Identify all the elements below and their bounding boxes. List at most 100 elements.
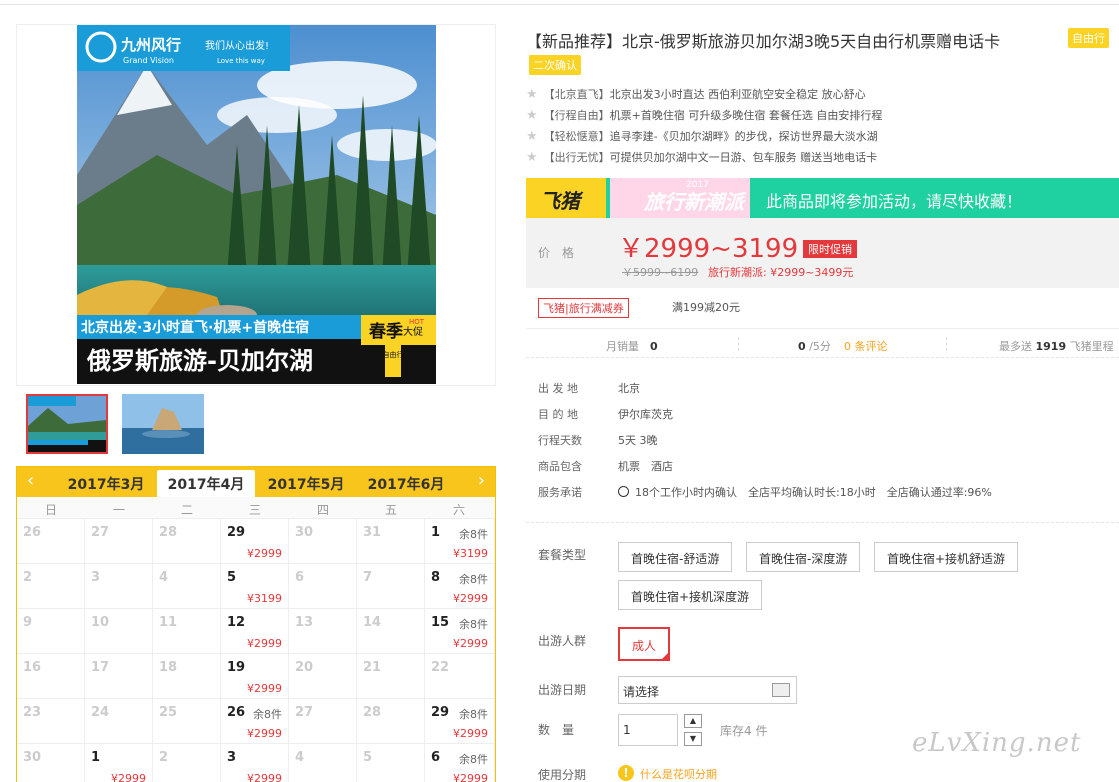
calendar-day-cell: 28 <box>153 519 221 564</box>
feature-key: 【行程自由】 <box>543 109 610 122</box>
day-number: 16 <box>23 660 42 675</box>
calendar-day-cell[interactable]: 8 余8件 ¥2999 <box>425 564 495 609</box>
banner-text: 此商品即将参加活动，请尽快收藏！ <box>766 192 1023 211</box>
quantity-down-icon[interactable]: ▼ <box>684 732 702 746</box>
package-option[interactable]: 首晚住宿-舒适游 <box>618 542 733 572</box>
package-option[interactable]: 首晚住宿+接机深度游 <box>618 580 763 610</box>
day-number: 1 <box>91 750 101 765</box>
calendar-day-cell: 31 <box>357 519 425 564</box>
calendar-day-cell[interactable]: 1 ¥2999 <box>85 744 153 782</box>
day-number: 30 <box>23 750 42 765</box>
day-number: 23 <box>23 705 42 720</box>
current-price: ￥2999~3199 <box>618 234 799 264</box>
day-number: 13 <box>295 615 314 630</box>
calendar-day-cell[interactable]: 12 ¥2999 <box>221 609 289 654</box>
watermark: eLvXing.net <box>912 728 1082 758</box>
thumbnail-2[interactable] <box>122 394 204 454</box>
calendar-day-cell[interactable]: 1 余8件 ¥3199 <box>425 519 495 564</box>
installment-label: 使用分期 <box>538 768 587 782</box>
calendar-month-tab-active[interactable]: 2017年4月 <box>157 470 255 497</box>
calendar-day-cell[interactable]: 5 ¥3199 <box>221 564 289 609</box>
date-label: 出游日期 <box>538 683 587 697</box>
image-side-tag: 自由行 <box>383 350 404 359</box>
calendar-month-tab[interactable]: 2017年5月 <box>257 474 355 494</box>
calendar-day-cell: 9 <box>17 609 85 654</box>
info-key: 行程天数 <box>538 434 582 447</box>
day-price: ¥2999 <box>247 637 282 650</box>
calendar-day-cell: 21 <box>357 654 425 699</box>
day-number: 26 <box>23 525 42 540</box>
info-key: 商品包含 <box>538 460 582 473</box>
activity-price: 旅行新潮派: ¥2999~3499元 <box>708 266 854 279</box>
calendar-next-icon[interactable]: › <box>478 470 485 491</box>
sales-stats: 月销量 0 0 /5分 0 条评论 最多送 1919 飞猪里程 <box>526 328 1119 358</box>
calendar-day-cell[interactable]: 15 余8件 ¥2999 <box>425 609 495 654</box>
feature-key: 【轻松惬意】 <box>543 130 610 143</box>
day-remaining: 余8件 <box>459 753 488 766</box>
day-price: ¥2999 <box>111 772 146 782</box>
calendar-day-cell: 14 <box>357 609 425 654</box>
info-value: 5天 3晚 <box>618 434 658 447</box>
thumbnail-1-image <box>28 396 106 452</box>
day-number: 3 <box>91 570 101 585</box>
calendar-grid: 26 27 28 29 ¥2999 30 31 1 余8件 ¥3199 2 3 4 5 ¥3199 6 7 8 余8… <box>17 519 495 782</box>
calendar-day-cell[interactable]: 3 ¥2999 <box>221 744 289 782</box>
info-icon: ! <box>618 765 634 781</box>
info-value: 机票 酒店 <box>618 460 673 473</box>
day-price: ¥2999 <box>453 772 488 782</box>
calendar-day-cell: 26 <box>17 519 85 564</box>
calendar-day-cell: 6 <box>289 564 357 609</box>
activity-banner[interactable]: 飞猪 旅行新潮派 2017 此商品即将参加活动，请尽快收藏！ <box>526 178 1119 218</box>
review-count-link[interactable]: 0 条评论 <box>844 338 888 354</box>
feature-value: 可提供贝加尔湖中文一日游、包车服务 赠送当地电话卡 <box>609 151 878 164</box>
calendar-day-cell[interactable]: 19 ¥2999 <box>221 654 289 699</box>
date-picker-input[interactable]: 请选择 <box>618 676 797 704</box>
info-value: 伊尔库茨克 <box>618 408 673 421</box>
day-number: 28 <box>159 525 178 540</box>
calendar-month-tab[interactable]: 2017年3月 <box>57 474 155 494</box>
day-number: 8 <box>431 570 441 585</box>
crowd-label: 出游人群 <box>538 634 587 648</box>
stats-separator <box>946 337 947 351</box>
package-option[interactable]: 首晚住宿-深度游 <box>746 542 861 572</box>
stock-text: 库存4 件 <box>720 724 768 738</box>
calendar-day-cell: 23 <box>17 699 85 744</box>
day-price: ¥2999 <box>453 727 488 740</box>
calendar-month-tab[interactable]: 2017年6月 <box>357 474 455 494</box>
crowd-option-adult[interactable]: 成人 <box>618 627 671 661</box>
quantity-up-icon[interactable]: ▲ <box>684 714 702 728</box>
calendar-day-cell: 18 <box>153 654 221 699</box>
star-icon: ★ <box>526 150 538 165</box>
calendar-day-cell[interactable]: 29 ¥2999 <box>221 519 289 564</box>
installment-link[interactable]: 什么是花呗分期 <box>640 766 717 782</box>
image-caption-route: 北京出发·3小时直飞·机票+首晚住宿 <box>81 319 309 336</box>
quantity-input[interactable]: 1 <box>618 714 678 746</box>
check-circle-icon <box>618 486 629 497</box>
thumbnail-1[interactable] <box>26 394 108 454</box>
stats-separator <box>738 337 739 351</box>
calendar-day-cell[interactable]: 26 余8件 ¥2999 <box>221 699 289 744</box>
day-number: 1 <box>431 525 441 540</box>
calendar-day-cell[interactable]: 29 余8件 ¥2999 <box>425 699 495 744</box>
calendar-day-cell: 16 <box>17 654 85 699</box>
calendar-prev-icon[interactable]: ‹ <box>27 470 34 491</box>
sales-label: 月销量 <box>606 340 639 353</box>
points: 最多送 1919 飞猪里程 <box>999 338 1114 354</box>
coupon-tag[interactable]: 飞猪|旅行满减券 <box>538 298 629 318</box>
day-number: 22 <box>431 660 450 675</box>
image-promo-big: 春季 <box>369 321 403 342</box>
day-price: ¥2999 <box>247 547 282 560</box>
activity-name: 旅行新潮派 <box>644 190 744 214</box>
calendar-icon[interactable] <box>772 683 790 697</box>
calendar-day-cell: 10 <box>85 609 153 654</box>
calendar-header: ‹ 2017年3月 2017年4月 2017年5月 2017年6月 › <box>17 467 495 497</box>
main-product-image[interactable]: 北京出发·3小时直飞·机票+首晚住宿 春季 大促 HOT 俄罗斯旅游-贝加尔湖 … <box>77 25 436 384</box>
calendar-day-cell[interactable]: 6 余8件 ¥2999 <box>425 744 495 782</box>
info-value: 18个工作小时内确认 全店平均确认时长:18小时 全店确认通过率:96% <box>635 486 992 499</box>
monthly-sales: 月销量 0 <box>606 338 658 354</box>
points-suffix: 飞猪里程 <box>1069 340 1114 353</box>
package-option[interactable]: 首晚住宿+接机舒适游 <box>874 542 1019 572</box>
image-promo-hot: HOT <box>409 318 425 326</box>
calendar-day-cell: 7 <box>357 564 425 609</box>
promo-badge: 限时促销 <box>803 240 857 258</box>
